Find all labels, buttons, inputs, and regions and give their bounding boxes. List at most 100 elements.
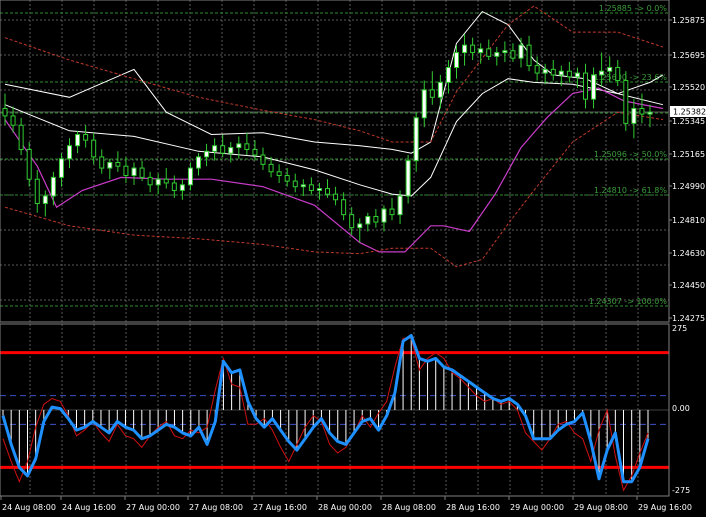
candle — [405, 155, 411, 204]
time-tick-label: 28 Aug 08:00 — [382, 503, 436, 512]
candle-body — [42, 195, 48, 204]
candle-body — [526, 44, 532, 67]
price-tick-label: 1.24275 — [672, 314, 705, 323]
candle-body — [26, 148, 32, 180]
fibo-level-label: 1.25600 -> 23.6% — [594, 73, 668, 82]
candle-body — [429, 89, 435, 98]
candle-body — [607, 66, 613, 72]
candle-body — [542, 68, 548, 74]
time-tick-label: 24 Aug 16:00 — [62, 503, 116, 512]
candle-body — [486, 48, 492, 57]
candle-body — [260, 154, 266, 165]
candle-body — [462, 44, 468, 54]
candle-body — [163, 178, 169, 184]
price-tick-label: 1.24450 — [672, 281, 705, 290]
candle-body — [107, 161, 113, 169]
candle-body — [244, 143, 250, 150]
candle-body — [647, 111, 653, 115]
candle-body — [212, 145, 218, 152]
candle-body — [300, 184, 306, 188]
forex-chart: 1.25885 -> 0.0% 1.25600 -> 23.6% 1.25096 -… — [0, 0, 706, 517]
candle-body — [155, 178, 161, 186]
price-tick-label: 1.25345 — [672, 117, 705, 126]
candle-body — [534, 65, 540, 74]
candle-body — [99, 156, 105, 169]
candle-body — [478, 48, 484, 54]
candle-body — [631, 107, 637, 124]
price-tick-label: 1.24810 — [672, 216, 705, 225]
candle-body — [550, 68, 556, 76]
oscillator-tick-label: 275 — [672, 324, 687, 333]
candle-body — [179, 184, 185, 191]
candle-body — [437, 81, 443, 98]
candle-body — [518, 44, 524, 59]
candle-body — [171, 182, 177, 191]
candle-body — [204, 150, 210, 158]
time-tick-label: 27 Aug 08:00 — [189, 503, 243, 512]
oscillator-tick-label: -275 — [672, 486, 690, 495]
time-tick-label: 29 Aug 16:00 — [638, 503, 692, 512]
candle-body — [292, 180, 298, 188]
candle-body — [220, 145, 226, 154]
candle-body — [381, 208, 387, 223]
candle-body — [333, 193, 339, 201]
candle-body — [83, 134, 89, 141]
price-tick-label: 1.25520 — [672, 83, 705, 92]
candle-body — [615, 66, 621, 82]
candle-body — [502, 50, 508, 54]
candle-body — [405, 160, 411, 197]
candle-body — [147, 176, 153, 186]
price-tick-label: 1.25875 — [672, 16, 705, 25]
candle-body — [639, 107, 645, 115]
candle-body — [349, 214, 355, 229]
time-tick-label: 27 Aug 00:00 — [126, 503, 180, 512]
candle-body — [284, 175, 290, 182]
candle-body — [10, 115, 16, 126]
candle-body — [413, 117, 419, 162]
candle-body — [316, 188, 322, 191]
candle-body — [308, 184, 314, 191]
price-tick-label: 1.25165 — [672, 150, 705, 159]
candle-body — [454, 52, 459, 68]
fibo-level-label: 1.25096 -> 50.0% — [594, 150, 668, 159]
candle-body — [574, 72, 580, 78]
oscillator-tick-label: 0.00 — [672, 404, 690, 413]
candle-body — [58, 158, 64, 178]
price-tick-label: 1.25695 — [672, 51, 705, 60]
candle-body — [50, 176, 56, 197]
candle-body — [566, 70, 572, 78]
candle — [623, 71, 629, 131]
candle-body — [75, 134, 81, 147]
candle-body — [2, 107, 8, 117]
time-tick-label: 29 Aug 08:00 — [574, 503, 628, 512]
candle-body — [445, 66, 451, 83]
candle-body — [583, 72, 588, 100]
candle-body — [18, 124, 24, 150]
candle-body — [123, 165, 129, 177]
candle-body — [373, 215, 379, 223]
candle-body — [494, 52, 500, 57]
price-tick-label: 1.24630 — [672, 249, 705, 258]
candle-body — [228, 147, 234, 154]
candle-body — [268, 163, 274, 173]
time-tick-label: 28 Aug 00:00 — [318, 503, 372, 512]
candle-body — [599, 70, 605, 76]
candle-body — [558, 70, 564, 76]
fibo-level-label: 1.24810 -> 61.8% — [594, 186, 668, 195]
time-tick-label: 24 Aug 08:00 — [2, 503, 56, 512]
candle-body — [34, 178, 40, 204]
candle-body — [196, 156, 201, 169]
time-tick-label: 27 Aug 16:00 — [253, 503, 307, 512]
candle-body — [67, 145, 72, 160]
candle-body — [341, 199, 347, 216]
candle-body — [91, 139, 97, 158]
candle-body — [623, 80, 629, 124]
candle-body — [131, 167, 137, 177]
price-tick-label: 1.24990 — [672, 182, 705, 191]
fibo-level-label: 1.24307 -> 100.0% — [589, 297, 668, 306]
candle-body — [139, 167, 145, 178]
time-tick-label: 29 Aug 00:00 — [510, 503, 564, 512]
candle-body — [591, 74, 597, 100]
candle-body — [510, 50, 516, 59]
fibo-level-label: 1.25885 -> 0.0% — [599, 4, 667, 13]
